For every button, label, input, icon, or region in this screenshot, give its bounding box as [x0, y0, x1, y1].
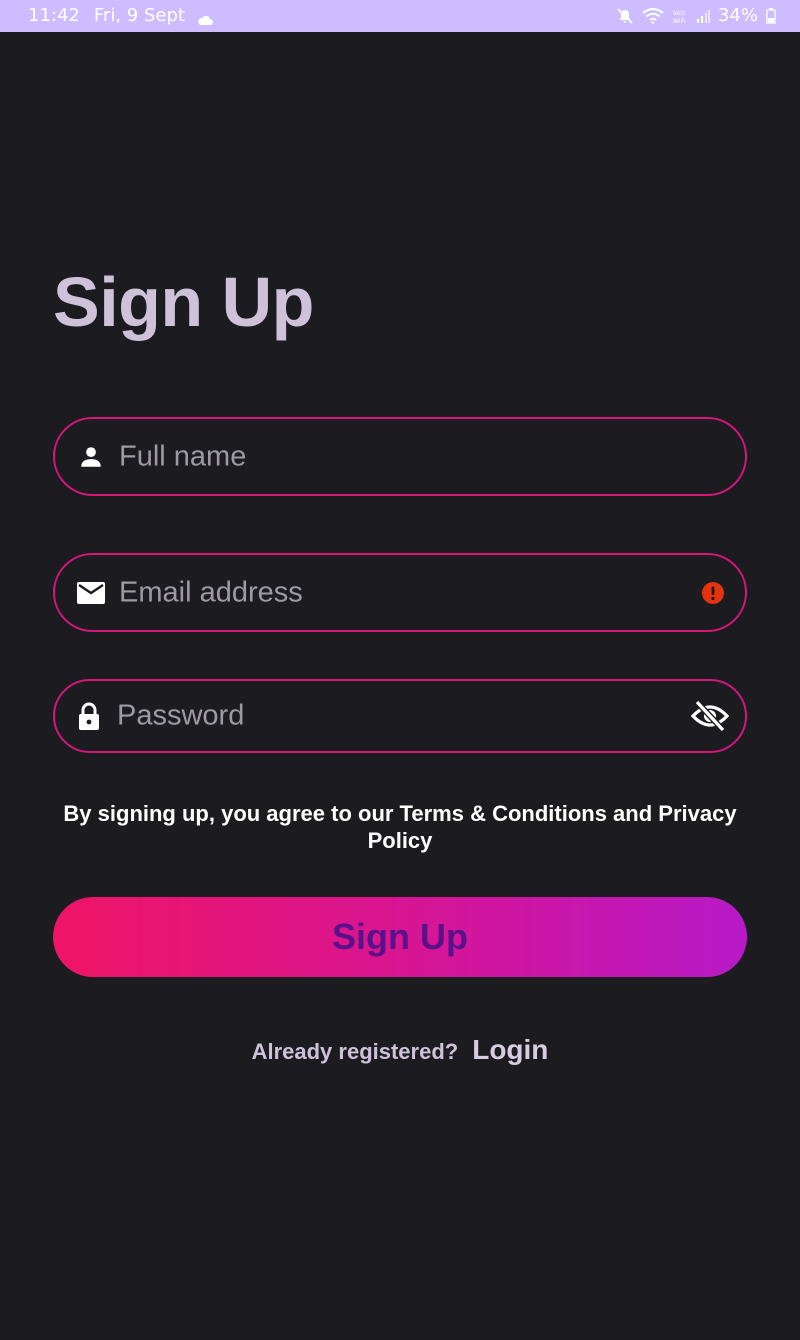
cloud-icon [197, 10, 213, 25]
mail-icon [77, 579, 105, 607]
password-placeholder: Password [117, 699, 245, 732]
error-icon [701, 581, 725, 605]
already-registered-text: Already registered? [251, 1039, 459, 1064]
sign-up-button-label: Sign Up [332, 916, 468, 957]
email-field[interactable]: Email address [53, 553, 747, 632]
page-title: Sign Up [53, 263, 314, 341]
visibility-off-icon[interactable] [691, 700, 729, 732]
volte-icon: Vo)) WiFi [672, 8, 688, 24]
wifi-icon [642, 7, 664, 24]
password-field[interactable]: Password [53, 679, 747, 753]
full-name-field[interactable]: Full name [53, 417, 747, 496]
sign-up-button[interactable]: Sign Up [53, 897, 747, 977]
battery-icon [766, 7, 776, 24]
login-prompt: Already registered? Login [0, 1034, 800, 1066]
status-bar: 11:42 Fri, 9 Sept Vo)) WiFi 34% [0, 0, 800, 32]
mute-icon [616, 7, 634, 25]
svg-text:Vo)): Vo)) [673, 10, 685, 17]
status-date: Fri, 9 Sept [93, 5, 185, 26]
svg-text:WiFi: WiFi [673, 18, 685, 24]
battery-percent: 34% [717, 5, 758, 26]
terms-text: By signing up, you agree to our Terms & … [63, 801, 737, 853]
email-placeholder: Email address [119, 576, 303, 608]
status-time: 11:42 [28, 5, 80, 26]
lock-icon [75, 702, 103, 730]
full-name-placeholder: Full name [119, 440, 247, 472]
person-icon [77, 443, 105, 471]
signal-icon [696, 9, 710, 23]
login-link[interactable]: Login [472, 1034, 548, 1066]
